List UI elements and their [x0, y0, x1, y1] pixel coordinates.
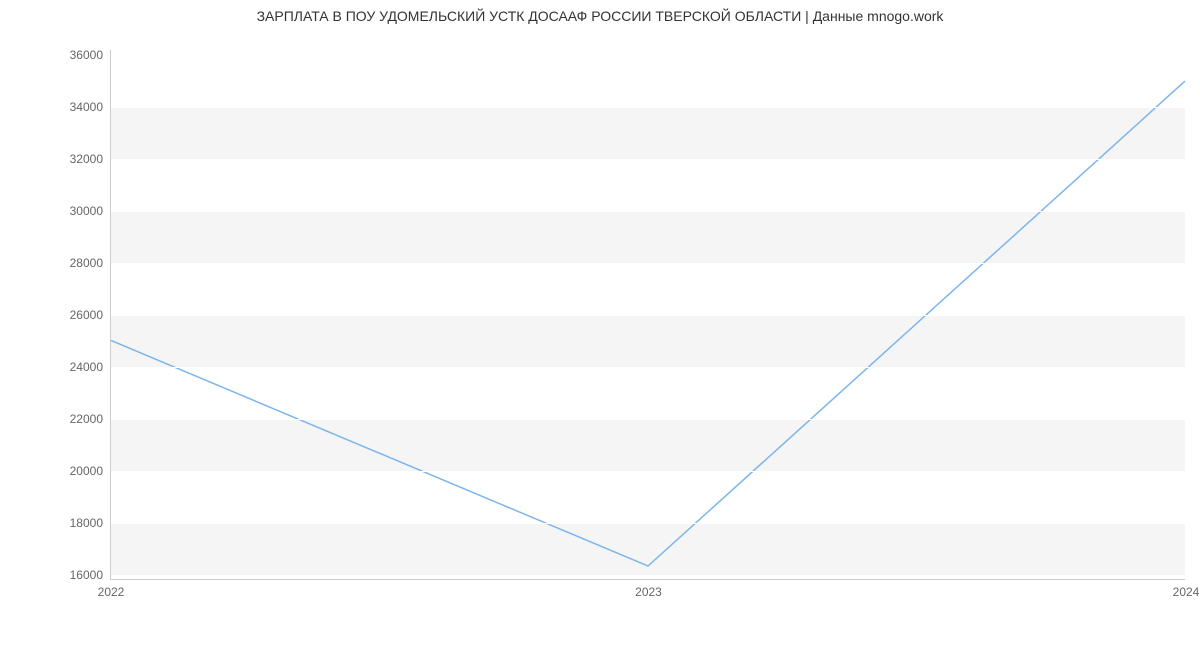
- chart-title: ЗАРПЛАТА В ПОУ УДОМЕЛЬСКИЙ УСТК ДОСААФ Р…: [0, 8, 1200, 24]
- x-tick-label: 2023: [635, 579, 662, 599]
- plot-area: 1600018000200002200024000260002800030000…: [110, 50, 1185, 580]
- gridline: [111, 471, 1185, 472]
- x-tick-label: 2024: [1173, 579, 1200, 599]
- gridline: [111, 55, 1185, 56]
- series-line: [111, 81, 1185, 566]
- gridline: [111, 575, 1185, 576]
- y-tick-label: 18000: [70, 516, 111, 530]
- gridline: [111, 315, 1185, 316]
- y-tick-label: 36000: [70, 48, 111, 62]
- y-tick-label: 30000: [70, 204, 111, 218]
- gridline: [111, 211, 1185, 212]
- x-tick-label: 2022: [98, 579, 125, 599]
- gridline: [111, 159, 1185, 160]
- gridline: [111, 523, 1185, 524]
- y-tick-label: 34000: [70, 100, 111, 114]
- gridline: [111, 419, 1185, 420]
- gridline: [111, 367, 1185, 368]
- y-tick-label: 22000: [70, 412, 111, 426]
- y-tick-label: 28000: [70, 256, 111, 270]
- y-tick-label: 26000: [70, 308, 111, 322]
- gridline: [111, 107, 1185, 108]
- chart-container: ЗАРПЛАТА В ПОУ УДОМЕЛЬСКИЙ УСТК ДОСААФ Р…: [0, 0, 1200, 650]
- y-tick-label: 32000: [70, 152, 111, 166]
- y-tick-label: 24000: [70, 360, 111, 374]
- y-tick-label: 20000: [70, 464, 111, 478]
- gridline: [111, 263, 1185, 264]
